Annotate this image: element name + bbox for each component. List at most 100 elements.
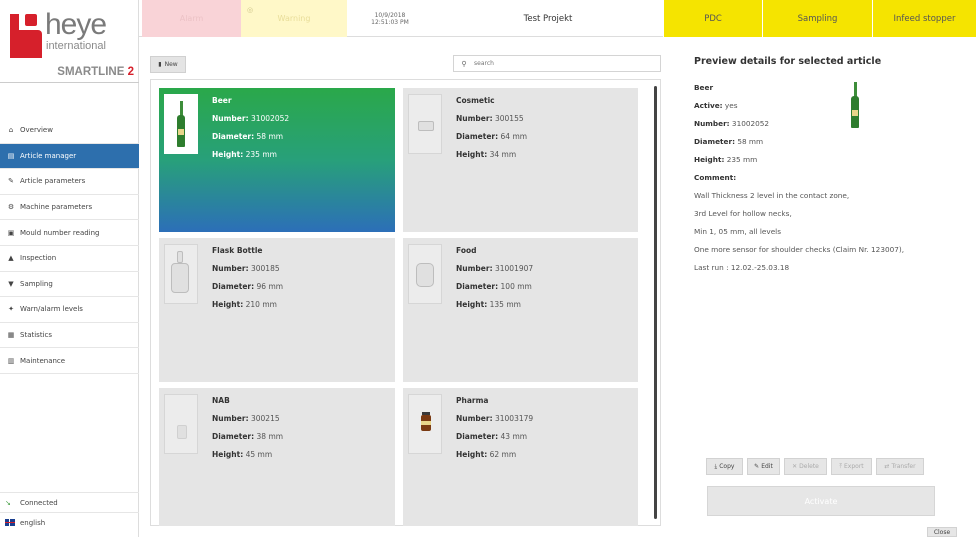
connection-icon: ↘ [5,498,11,507]
sidebar-nav: ⌂ Overview ▤ Article manager ✎ Article para… [0,118,139,374]
details-comment-label: Comment: [694,169,964,187]
warning-indicator[interactable]: ◎ Warning [241,0,347,37]
activate-button[interactable]: Activate [707,486,935,516]
article-number: Number: 300215 [212,414,280,423]
green-bottle-image [851,82,859,128]
sidebar-item-article-manager[interactable]: ▤ Article manager [0,143,139,170]
article-thumbnail [408,394,442,454]
details-height: Height: 235 mm [694,151,964,169]
article-card-cosmetic[interactable]: Cosmetic Number: 300155 Diameter: 64 mm … [403,88,638,232]
diameter-label: Diameter: [456,432,499,441]
article-diameter: Diameter: 58 mm [212,132,283,141]
article-icon: ▤ [7,151,15,160]
language-selector[interactable]: english [0,512,139,532]
heye-logo-mark [10,14,42,58]
transfer-icon: ⇄ [884,463,890,470]
close-button[interactable]: Close [927,527,957,537]
delete-label: Delete [799,463,819,470]
number-value: 31003179 [494,414,534,423]
search-box: ⚲ [453,55,661,72]
diameter-label: Diameter: [212,432,255,441]
number-label: Number: [212,414,249,423]
article-card-food[interactable]: Food Number: 31001907 Diameter: 100 mm H… [403,238,638,382]
sidebar-item-label: Warn/alarm levels [20,305,83,314]
article-diameter: Diameter: 43 mm [456,432,527,441]
sidebar-item-label: Mould number reading [20,228,100,237]
height-value: 135 mm [489,300,521,309]
comment-line: Min 1, 05 mm, all levels [694,227,782,236]
diameter-value: 100 mm [500,282,532,291]
number-value: 300155 [494,114,524,123]
transfer-button[interactable]: ⇄ Transfer [876,458,924,475]
clock-date: 10/9/2018 [374,12,406,19]
sidebar-item-statistics[interactable]: ▦ Statistics [0,323,139,349]
active-label: Active: [694,101,723,110]
diameter-value: 58 mm [737,137,764,146]
article-card-flask-bottle[interactable]: Flask Bottle Number: 300185 Diameter: 96… [159,238,395,382]
search-icon[interactable]: ⚲ [454,60,474,68]
transfer-label: Transfer [891,463,916,470]
article-number: Number: 31001907 [456,264,533,273]
export-button[interactable]: ⤒ Export [831,458,872,475]
sidebar-item-warn-alarm-levels[interactable]: ✦ Warn/alarm levels [0,297,139,323]
diameter-label: Diameter: [694,137,735,146]
number-label: Number: [694,119,730,128]
height-value: 62 mm [489,450,517,459]
article-card-beer[interactable]: Beer Number: 31002052 Diameter: 58 mm He… [159,88,395,232]
pharma-bottle-image [421,412,431,431]
uk-flag-icon [5,519,15,526]
alarm-indicator[interactable]: Alarm [142,0,241,37]
article-details-panel: Preview details for selected article Bee… [694,56,964,277]
article-number: Number: 300155 [456,114,524,123]
article-card-pharma[interactable]: Pharma Number: 31003179 Diameter: 43 mm … [403,388,638,526]
article-diameter: Diameter: 64 mm [456,132,527,141]
sidebar-item-mould-number-reading[interactable]: ▣ Mould number reading [0,220,139,246]
article-name: Beer [212,96,232,105]
pdc-button[interactable]: PDC [663,0,762,37]
wrench-icon: ✎ [8,177,14,186]
sidebar-item-maintenance[interactable]: ▥ Maintenance [0,348,139,374]
height-value: 235 mm [726,155,758,164]
grid-scrollbar[interactable] [654,86,657,519]
comment-line: 3rd Level for hollow necks, [694,209,792,218]
diameter-value: 96 mm [256,282,284,291]
flask-neck-image [177,251,183,263]
height-label: Height: [212,150,244,159]
new-article-button[interactable]: ▮ New [150,56,186,73]
diameter-label: Diameter: [456,282,499,291]
details-title: Preview details for selected article [694,56,882,67]
diameter-value: 38 mm [256,432,284,441]
article-card-nab[interactable]: NAB Number: 300215 Diameter: 38 mm Heigh… [159,388,395,526]
cosmetic-jar-image [418,121,434,131]
copy-button[interactable]: ⤓ Copy [706,458,743,475]
heye-logo: heye international [7,10,135,60]
article-number: Number: 31003179 [456,414,533,423]
comment-line: Wall Thickness 2 level in the contact zo… [694,191,850,200]
sidebar: heye international SMARTLINE 2 ⌂ Overview… [0,0,139,537]
sidebar-item-sampling[interactable]: ▼ Sampling [0,272,139,298]
sampling-button[interactable]: Sampling [762,0,872,37]
sidebar-item-label: Article parameters [20,177,86,186]
number-value: 300215 [250,414,280,423]
details-diameter: Diameter: 58 mm [694,133,964,151]
diameter-label: Diameter: [456,132,499,141]
sidebar-item-article-parameters[interactable]: ✎ Article parameters [0,169,139,195]
details-active: Active: yes [694,97,964,115]
sidebar-item-label: Statistics [20,331,52,340]
delete-button[interactable]: ✕ Delete [784,458,827,475]
sidebar-item-inspection[interactable]: ▲ Inspection [0,246,139,272]
article-diameter: Diameter: 96 mm [212,282,283,291]
gear-icon: ⚙ [7,203,15,212]
sidebar-item-machine-parameters[interactable]: ⚙ Machine parameters [0,195,139,221]
height-value: 34 mm [489,150,517,159]
article-diameter: Diameter: 38 mm [212,432,283,441]
sidebar-item-label: Maintenance [20,356,66,365]
number-label: Number: [456,114,493,123]
sidebar-item-label: Machine parameters [20,203,93,212]
search-input[interactable] [474,60,654,67]
infeed-stopper-button[interactable]: Infeed stopper [872,0,976,37]
project-title: Test Projekt [523,13,573,24]
edit-label: Edit [761,463,773,470]
edit-button[interactable]: ✎ Edit [747,458,780,475]
sidebar-item-overview[interactable]: ⌂ Overview [0,118,139,144]
